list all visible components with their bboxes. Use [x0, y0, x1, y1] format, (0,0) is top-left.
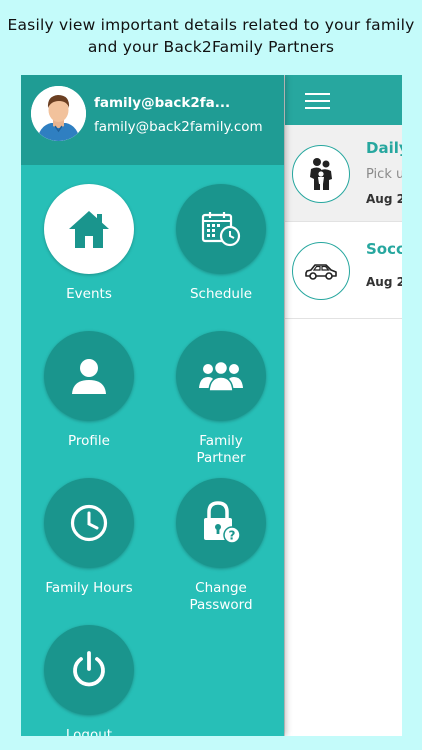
- family-partner-button[interactable]: [176, 331, 266, 421]
- event-card[interactable]: Socc Aug 2: [285, 222, 402, 319]
- event-date: Aug 2: [366, 275, 402, 289]
- menu-label-family-partner-line1: Family: [199, 433, 243, 449]
- menu-label-logout: Logout: [65, 727, 113, 736]
- person-icon: [72, 359, 106, 394]
- menu-label-profile: Profile: [68, 433, 110, 449]
- car-icon: [292, 242, 350, 300]
- menu-label-events: Events: [66, 286, 112, 302]
- events-button[interactable]: [44, 184, 134, 274]
- top-bar: [285, 75, 402, 125]
- user-name: family@back2fa...: [94, 95, 231, 111]
- menu-label-change-password: Change Password: [166, 580, 276, 614]
- event-card[interactable]: Daily Pick u Aug 2: [285, 125, 402, 222]
- caption-line-2: and your Back2Family Partners: [87, 38, 335, 56]
- svg-text:?: ?: [229, 529, 236, 543]
- user-email: family@back2family.com: [94, 119, 263, 135]
- lock-question-icon: ?: [204, 501, 241, 544]
- menu-item-schedule[interactable]: Schedule: [166, 184, 276, 303]
- menu-label-schedule: Schedule: [189, 286, 253, 302]
- power-icon: [73, 651, 105, 687]
- family-icon: [292, 145, 350, 203]
- events-content: Daily Pick u Aug 2 Socc Aug 2: [284, 75, 402, 736]
- family-hours-button[interactable]: [44, 478, 134, 568]
- drawer-header: family@back2fa... family@back2family.com: [21, 75, 284, 165]
- menu-item-family-partner[interactable]: Family Partner: [166, 331, 276, 467]
- menu-label-family-partner: Family Partner: [166, 433, 276, 467]
- menu-label-family-hours: Family Hours: [45, 580, 133, 596]
- group-icon: [199, 360, 243, 392]
- caption-line-1: Easily view important details related to…: [7, 16, 415, 34]
- menu-item-profile[interactable]: Profile: [34, 331, 144, 450]
- profile-button[interactable]: [44, 331, 134, 421]
- navigation-drawer: family@back2fa... family@back2family.com…: [21, 75, 284, 736]
- phone-screen: Daily Pick u Aug 2 Socc Aug 2: [21, 75, 402, 736]
- event-date: Aug 2: [366, 192, 402, 206]
- menu-label-family-partner-line2: Partner: [196, 450, 246, 466]
- clock-icon: [70, 504, 108, 542]
- menu-label-change-password-line2: Password: [189, 597, 253, 613]
- schedule-button[interactable]: [176, 184, 266, 274]
- house-icon: [69, 211, 109, 248]
- change-password-button[interactable]: ?: [176, 478, 266, 568]
- event-title: Daily: [366, 139, 402, 157]
- hamburger-menu-icon[interactable]: [305, 93, 330, 110]
- logout-button[interactable]: [44, 625, 134, 715]
- avatar[interactable]: [31, 86, 86, 141]
- event-title: Socc: [366, 240, 402, 258]
- calendar-clock-icon: [201, 212, 241, 247]
- menu-item-family-hours[interactable]: Family Hours: [34, 478, 144, 597]
- promo-caption: Easily view important details related to…: [0, 14, 422, 58]
- menu-label-change-password-line1: Change: [195, 580, 247, 596]
- menu-item-change-password[interactable]: ? Change Password: [166, 478, 276, 614]
- menu-item-events[interactable]: Events: [34, 184, 144, 303]
- event-subtitle: Pick u: [366, 167, 402, 182]
- menu-item-logout[interactable]: Logout: [34, 625, 144, 736]
